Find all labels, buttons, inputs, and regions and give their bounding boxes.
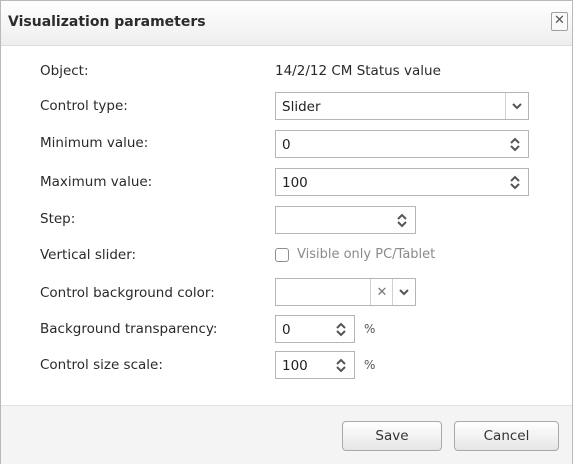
minimum-value-spinner[interactable] [505,131,525,157]
background-transparency-label: Background transparency: [40,321,218,337]
chevron-down-icon [399,288,409,295]
close-button[interactable]: ✕ [551,12,568,31]
control-type-dropdown-button[interactable] [505,93,528,119]
control-size-scale-input[interactable]: 100 [275,351,355,379]
control-type-value: Slider [282,99,321,115]
chevron-down-icon[interactable] [510,144,520,152]
dialog-title: Visualization parameters [8,14,206,30]
step-label: Step: [40,211,76,227]
control-background-color-label: Control background color: [40,285,215,301]
control-type-select[interactable]: Slider [275,92,529,120]
background-transparency-spinner[interactable] [331,316,351,342]
vertical-slider-checkbox[interactable] [275,248,289,262]
vertical-slider-checkbox-label[interactable]: Visible only PC/Tablet [297,247,435,262]
clear-icon: ✕ [376,284,388,300]
minimum-value-label: Minimum value: [40,135,149,151]
step-input[interactable] [275,206,416,234]
control-type-label: Control type: [40,98,128,114]
maximum-value-input[interactable]: 100 [275,168,529,196]
dialog-titlebar: Visualization parameters ✕ [1,1,572,46]
minimum-value-input[interactable]: 0 [275,130,529,158]
vertical-slider-label: Vertical slider: [40,247,137,263]
object-label: Object: [40,63,89,79]
control-size-scale-value: 100 [282,358,308,374]
chevron-down-icon[interactable] [397,220,407,228]
clear-color-button[interactable]: ✕ [370,279,393,305]
visualization-parameters-dialog: Visualization parameters ✕ Object: 14/2/… [0,0,573,464]
chevron-up-icon[interactable] [336,358,346,365]
cancel-button[interactable]: Cancel [454,421,559,451]
chevron-down-icon [512,102,522,109]
control-size-scale-label: Control size scale: [40,357,163,373]
chevron-down-icon[interactable] [510,182,520,190]
control-background-color-picker[interactable]: ✕ [275,278,416,306]
chevron-up-icon[interactable] [510,175,520,182]
chevron-up-icon[interactable] [510,137,520,144]
color-dropdown-button[interactable] [392,279,415,305]
background-transparency-input[interactable]: 0 [275,315,355,343]
minimum-value-text: 0 [282,137,291,153]
step-spinner[interactable] [392,207,412,233]
maximum-value-text: 100 [282,175,308,191]
maximum-value-spinner[interactable] [505,169,525,195]
maximum-value-label: Maximum value: [40,174,153,190]
chevron-up-icon[interactable] [336,322,346,329]
chevron-up-icon[interactable] [397,213,407,220]
background-transparency-value: 0 [282,322,291,338]
chevron-down-icon[interactable] [336,329,346,337]
object-value: 14/2/12 CM Status value [275,63,441,79]
background-transparency-unit: % [364,322,376,336]
chevron-down-icon[interactable] [336,365,346,373]
save-button[interactable]: Save [342,421,442,451]
close-icon: ✕ [554,13,565,28]
control-size-scale-spinner[interactable] [331,352,351,378]
control-size-scale-unit: % [364,358,376,372]
